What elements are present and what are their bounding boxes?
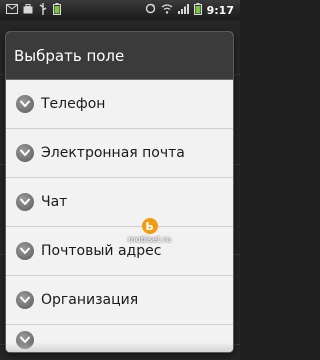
watermark-logo-glyph: Ь [145, 219, 154, 233]
clock: 9:17 [206, 3, 234, 17]
chevron-down-icon [16, 95, 34, 113]
watermark-logo-icon: Ь [141, 218, 158, 234]
briefcase-icon [23, 3, 33, 17]
signal-icon [177, 3, 189, 17]
status-bar: 9:17 [0, 0, 240, 20]
list-item-label: Электронная почта [41, 145, 185, 161]
list-item-email[interactable]: Электронная почта [6, 129, 233, 178]
select-field-dialog: Выбрать поле Телефон Электронная почта Ч… [6, 32, 233, 352]
field-list[interactable]: Телефон Электронная почта Чат Почтовый а… [6, 80, 233, 352]
mail-icon [6, 3, 18, 17]
list-item-phone[interactable]: Телефон [6, 80, 233, 129]
list-item-postal-address[interactable]: Почтовый адрес [6, 227, 233, 276]
watermark-text: mobiset.ru [128, 235, 172, 244]
list-item-label: Организация [41, 292, 139, 308]
scroll-fade [6, 342, 233, 352]
status-bar-left [0, 2, 61, 18]
chevron-down-icon [16, 193, 34, 211]
list-item-label: Телефон [41, 96, 106, 112]
watermark: Ь mobiset.ru [128, 218, 171, 244]
sync-icon [145, 3, 156, 17]
dialog-title: Выбрать поле [6, 32, 233, 80]
usb-icon [38, 2, 48, 18]
status-bar-right: 9:17 [145, 2, 240, 18]
chevron-down-icon [16, 242, 34, 260]
chevron-down-icon [16, 144, 34, 162]
list-item-organization[interactable]: Организация [6, 276, 233, 325]
battery-status-icon [193, 2, 202, 18]
list-item-chat[interactable]: Чат [6, 178, 233, 227]
wifi-icon [161, 3, 173, 17]
list-item-label: Чат [41, 194, 68, 210]
battery-icon [53, 2, 61, 18]
list-item-label: Почтовый адрес [41, 243, 162, 259]
chevron-down-icon [16, 291, 34, 309]
